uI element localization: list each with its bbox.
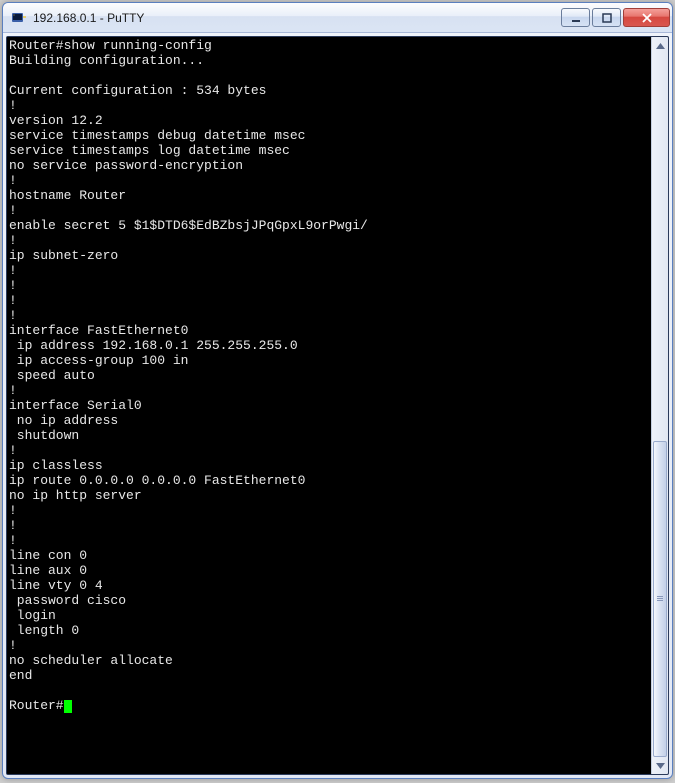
- scrollbar-track[interactable]: [652, 54, 668, 757]
- scrollbar-thumb[interactable]: [653, 441, 667, 757]
- minimize-button[interactable]: [561, 8, 590, 27]
- scroll-down-button[interactable]: [653, 757, 668, 774]
- terminal-output[interactable]: Router#show running-config Building conf…: [7, 37, 651, 774]
- scroll-up-button[interactable]: [653, 37, 668, 54]
- window-controls: [559, 8, 670, 27]
- scrollbar-grip-icon: [657, 595, 663, 603]
- putty-icon: [11, 10, 27, 26]
- vertical-scrollbar[interactable]: [651, 37, 668, 774]
- window-title: 192.168.0.1 - PuTTY: [33, 11, 559, 25]
- content-area: Router#show running-config Building conf…: [6, 36, 669, 775]
- terminal-cursor: [64, 700, 72, 713]
- titlebar[interactable]: 192.168.0.1 - PuTTY: [3, 3, 672, 33]
- maximize-button[interactable]: [592, 8, 621, 27]
- close-button[interactable]: [623, 8, 670, 27]
- putty-window: 192.168.0.1 - PuTTY Router#show running-…: [2, 2, 673, 779]
